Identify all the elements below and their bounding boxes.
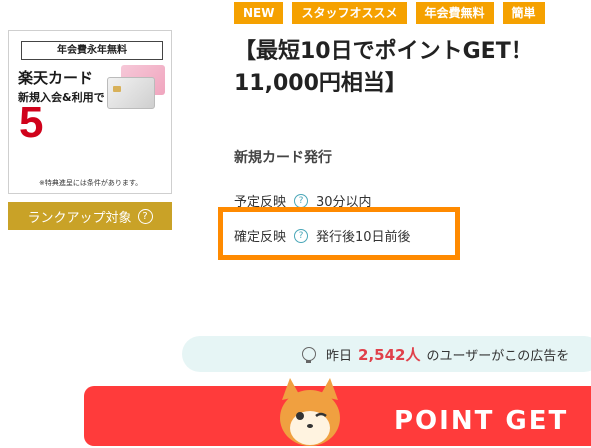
banner-note: ※特典進呈には条件があります。	[39, 179, 143, 187]
help-icon[interactable]: ?	[294, 228, 309, 243]
annual-fee-label: 年会費永年無料	[21, 41, 163, 60]
offer-title-line2: 11,000円相当】	[234, 71, 407, 96]
user-count-prefix: 昨日	[326, 348, 353, 364]
rakuten-card-banner[interactable]: 年会費永年無料 楽天カード 新規入会&利用で 5 ※特典進呈には条件があります。	[8, 30, 172, 194]
card-chip	[113, 86, 121, 92]
condition-heading: 新規カード発行	[234, 150, 332, 166]
tag-easy: 簡単	[502, 2, 545, 24]
question-circle-icon[interactable]: ?	[137, 208, 153, 224]
help-icon[interactable]: ?	[294, 193, 309, 208]
banner-title: 楽天カード	[18, 69, 94, 87]
banner-big-number: 5	[19, 98, 44, 147]
mascot-icon	[280, 378, 340, 446]
confirmed-reflection-value: 発行後10日前後	[316, 230, 411, 245]
user-count-suffix: のユーザーがこの広告を	[426, 348, 570, 364]
confirmed-reflection-label: 確定反映	[234, 230, 287, 245]
offer-tags: NEW スタッフオススメ 年会費無料 簡単	[234, 2, 545, 24]
tag-no-annual-fee: 年会費無料	[415, 2, 494, 24]
tag-staff-pick: スタッフオススメ	[292, 2, 407, 24]
point-get-label: POINT GET	[394, 406, 569, 436]
confirmed-reflection-row: 確定反映 ? 発行後10日前後	[234, 226, 411, 245]
offer-title-line1: 【最短10日でポイントGET！	[234, 39, 533, 64]
user-count-banner: 昨日 2,542人 のユーザーがこの広告を	[182, 336, 591, 372]
tag-new: NEW	[234, 2, 284, 24]
lightbulb-icon	[302, 347, 316, 363]
rank-up-label: ランクアップ対象	[27, 210, 132, 226]
card-image-silver	[107, 77, 155, 109]
rank-up-button[interactable]: ランクアップ対象 ?	[8, 202, 172, 230]
offer-title: 【最短10日でポイントGET！ 11,000円相当】	[234, 36, 591, 100]
user-count: 2,542人	[358, 345, 421, 364]
